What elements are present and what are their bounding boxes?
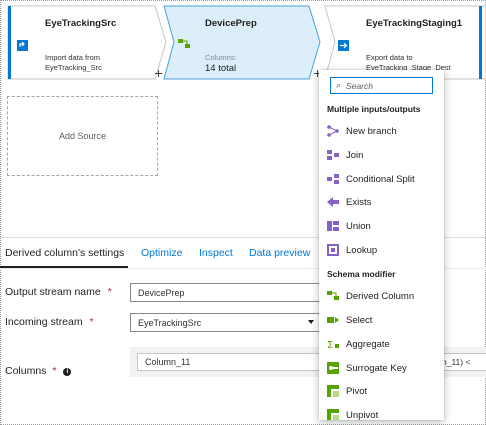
output-stream-input[interactable]: DevicePrep (130, 283, 320, 302)
sink-icon (338, 38, 349, 56)
conditional-split-icon (327, 173, 339, 185)
output-stream-value: DevicePrep (138, 287, 185, 298)
required-mark: * (52, 365, 57, 377)
section-title-schema-modifier: Schema modifier (327, 269, 396, 279)
column-name-input[interactable]: Column_11 (137, 353, 337, 371)
required-mark: * (89, 316, 94, 328)
menu-item-conditional-split[interactable]: Conditional Split (327, 171, 415, 187)
sink-node-title: EyeTrackingStaging1 (366, 18, 463, 29)
deviceprep-columns-label: Columns: (205, 53, 237, 62)
search-icon: ⌕ (336, 80, 342, 90)
section-title-multiple-io: Multiple inputs/outputs (327, 104, 421, 114)
join-icon (327, 149, 339, 161)
menu-search-input[interactable]: ⌕ Search (330, 77, 433, 94)
menu-item-label: Conditional Split (346, 173, 415, 185)
exists-icon (327, 196, 339, 208)
tab-inspect[interactable]: Inspect (199, 247, 233, 259)
column-expression-input[interactable]: n_11) < (438, 353, 486, 371)
aggregate-icon: Σ (327, 338, 339, 350)
info-icon[interactable]: i (63, 368, 72, 376)
column-name-value: Column_11 (145, 357, 191, 367)
lookup-icon (327, 244, 339, 256)
menu-item-pivot[interactable]: Pivot (327, 383, 367, 399)
menu-item-label: Lookup (346, 244, 378, 256)
transform-menu: ⌕ Search Multiple inputs/outputs New bra… (319, 70, 444, 420)
add-source-button[interactable]: Add Source (7, 96, 158, 176)
menu-search-placeholder: Search (346, 80, 373, 91)
menu-item-label: Unpivot (346, 409, 379, 421)
tab-data-preview[interactable]: Data preview (249, 247, 310, 259)
menu-item-join[interactable]: Join (327, 147, 363, 163)
columns-label: Columns * i (5, 365, 72, 377)
tab-derived-column-settings[interactable]: Derived column's settings (5, 247, 124, 259)
union-icon (327, 220, 339, 232)
incoming-stream-label: Incoming stream * (5, 316, 94, 328)
menu-item-surrogate-key[interactable]: Surrogate Key (327, 360, 407, 376)
source-node[interactable]: EyeTrackingSrc Import data from EyeTrack… (7, 5, 167, 80)
source-node-desc-line1: Import data from (45, 53, 101, 62)
new-branch-icon (327, 125, 339, 137)
menu-item-lookup[interactable]: Lookup (327, 242, 377, 258)
deviceprep-node-title: DevicePrep (205, 18, 257, 29)
menu-item-label: Select (346, 314, 373, 326)
source-add-plus[interactable]: + (154, 67, 163, 80)
menu-item-label: New branch (346, 125, 397, 137)
deviceprep-node[interactable]: DevicePrep Columns: 14 total (163, 5, 323, 80)
menu-item-aggregate[interactable]: Σ Aggregate (327, 336, 390, 352)
menu-item-label: Union (346, 220, 371, 232)
source-icon (17, 38, 28, 56)
menu-item-union[interactable]: Union (327, 218, 371, 234)
derived-column-node-icon (178, 37, 190, 55)
surrogate-key-icon (327, 362, 339, 374)
sink-node[interactable]: EyeTrackingStaging1 Export data to EyeTr… (324, 5, 486, 80)
pivot-icon (327, 385, 339, 397)
menu-item-label: Surrogate Key (346, 362, 407, 374)
menu-item-derived-column[interactable]: Derived Column (327, 288, 414, 304)
menu-item-label: Pivot (346, 385, 368, 397)
source-node-title: EyeTrackingSrc (45, 18, 117, 29)
required-mark: * (107, 286, 112, 298)
menu-item-label: Join (346, 149, 364, 161)
menu-item-unpivot[interactable]: Unpivot (327, 407, 378, 420)
select-icon (327, 314, 339, 326)
svg-text:Σ: Σ (327, 340, 333, 350)
sink-node-desc-line1: Export data to (366, 53, 413, 62)
chevron-down-icon (308, 320, 314, 324)
menu-item-label: Aggregate (346, 338, 390, 350)
unpivot-icon (327, 409, 339, 420)
menu-item-select[interactable]: Select (327, 312, 372, 328)
output-stream-label: Output stream name * (5, 286, 112, 298)
tab-optimize[interactable]: Optimize (141, 247, 182, 259)
menu-item-new-branch[interactable]: New branch (327, 123, 397, 139)
source-node-desc-line2: EyeTracking_Src (45, 63, 102, 72)
incoming-stream-dropdown[interactable]: EyeTrackingSrc (130, 313, 320, 332)
deviceprep-columns-total: 14 total (205, 63, 237, 74)
derived-column-icon (327, 290, 339, 302)
incoming-stream-value: EyeTrackingSrc (138, 317, 202, 328)
menu-item-label: Derived Column (346, 290, 415, 302)
menu-item-label: Exists (346, 196, 372, 208)
menu-item-exists[interactable]: Exists (327, 194, 371, 210)
column-expression-value: n_11) < (442, 357, 471, 367)
